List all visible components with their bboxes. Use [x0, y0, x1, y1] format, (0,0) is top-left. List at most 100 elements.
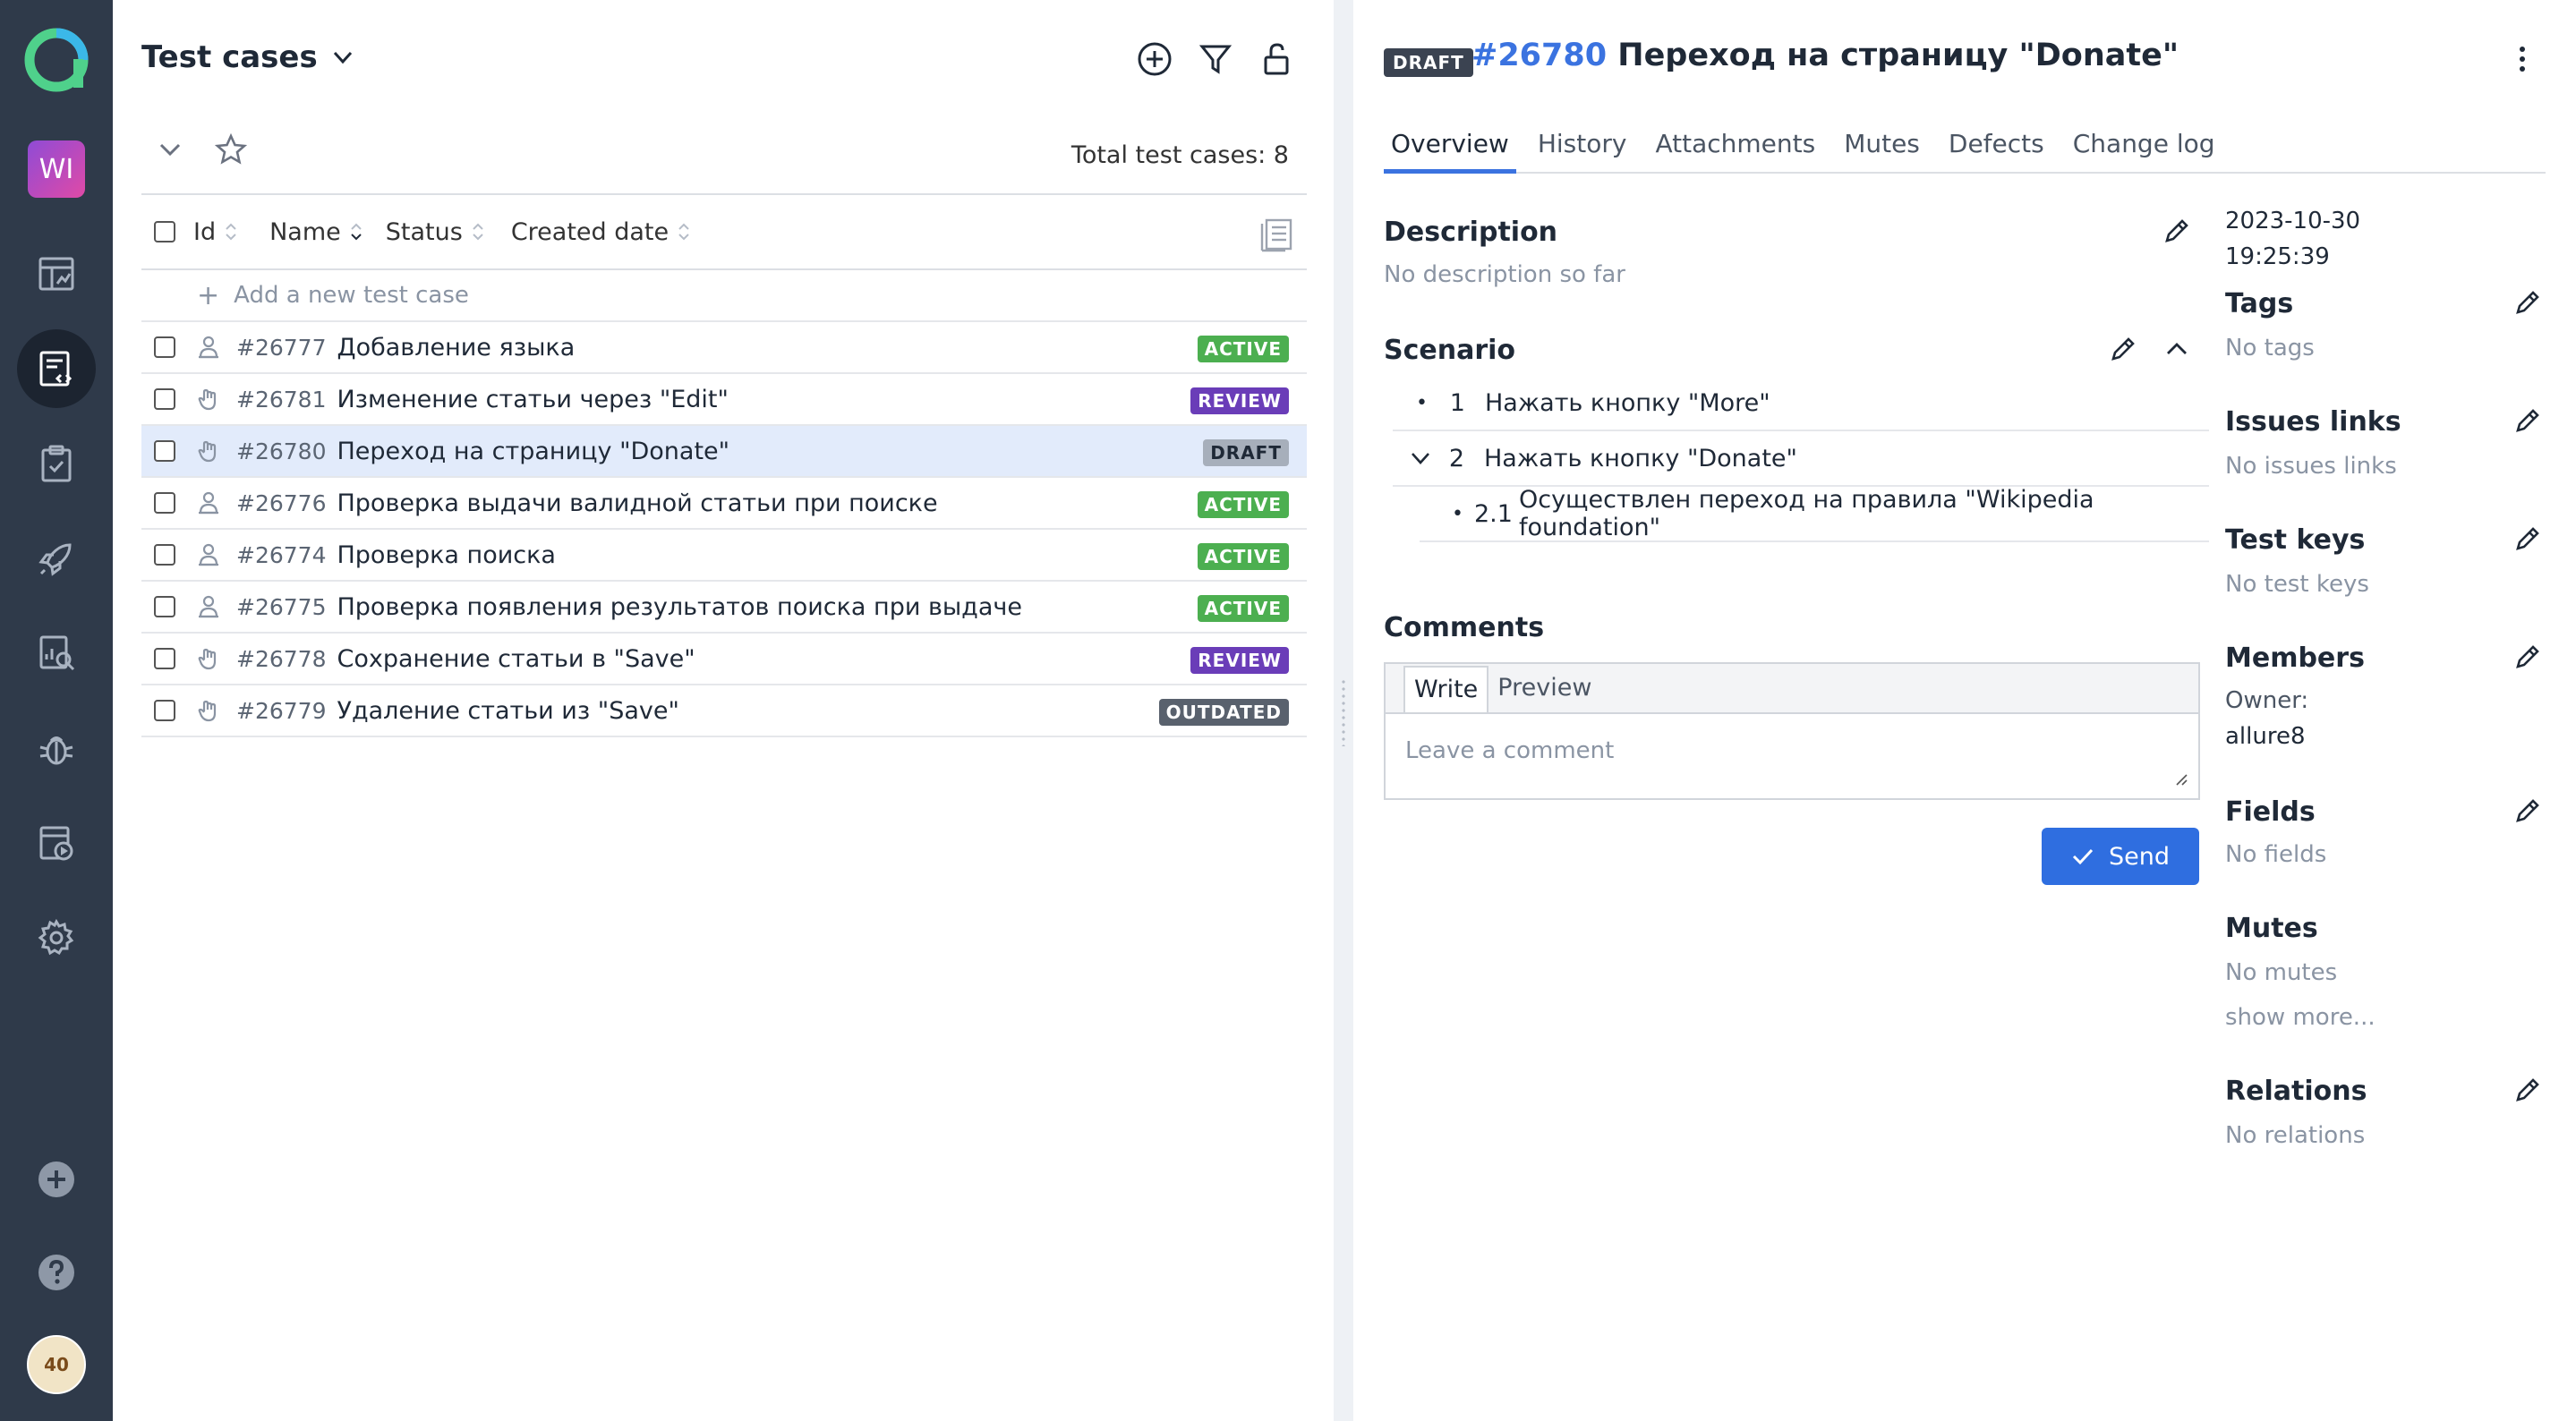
owner-label: Owner: [2225, 687, 2309, 714]
step-number: 2 [1448, 444, 1464, 472]
column-status[interactable]: Status [386, 218, 484, 246]
sort-icon [678, 223, 689, 241]
table-row[interactable]: #26774 Проверка поиска ACTIVE [141, 530, 1307, 582]
resize-handle[interactable] [1340, 678, 1347, 746]
bug-icon [39, 736, 73, 765]
sidebar-item-test-plans[interactable] [17, 424, 96, 503]
scenario-step[interactable]: • 1 Нажать кнопку "More" [1393, 376, 2209, 431]
column-created-date[interactable]: Created date [511, 218, 690, 246]
tags-value: No tags [2225, 335, 2315, 362]
plus-circle-icon [1138, 42, 1172, 76]
select-all-checkbox[interactable] [154, 221, 175, 243]
edit-members-button[interactable] [2510, 639, 2546, 675]
tab-defects[interactable]: Defects [1941, 125, 2051, 174]
row-checkbox[interactable] [154, 492, 175, 514]
row-id: #26781 [236, 386, 327, 413]
test-cases-icon [39, 351, 73, 387]
sidebar-item-launches[interactable] [17, 519, 96, 598]
fields-value: No fields [2225, 841, 2327, 868]
scenario-step[interactable]: 2 Нажать кнопку "Donate" [1393, 431, 2209, 487]
edit-tags-button[interactable] [2510, 285, 2546, 320]
column-created-label: Created date [510, 217, 670, 246]
tab-mutes[interactable]: Mutes [1837, 125, 1927, 174]
user-avatar[interactable]: 40 [27, 1335, 86, 1394]
manual-test-icon [195, 438, 222, 464]
status-badge: ACTIVE [1197, 336, 1289, 362]
resize-grip-icon[interactable] [2173, 771, 2188, 786]
sort-icon [473, 223, 483, 241]
plus-icon: + [197, 279, 220, 311]
collapse-button[interactable] [150, 130, 190, 169]
row-checkbox[interactable] [154, 648, 175, 669]
sidebar-item-dashboards[interactable] [17, 234, 96, 313]
sidebar-item-test-cases[interactable] [17, 329, 96, 408]
workspace-badge[interactable]: WI [28, 140, 85, 198]
unlock-icon [1264, 43, 1289, 75]
column-name[interactable]: Name [269, 218, 363, 246]
row-checkbox[interactable] [154, 388, 175, 410]
panel-title[interactable]: Test cases [141, 39, 355, 75]
mutes-value: No mutes [2225, 959, 2338, 986]
row-checkbox[interactable] [154, 596, 175, 617]
created-date: 2023-10-30 [2225, 208, 2361, 234]
table-row[interactable]: #26777 Добавление языка ACTIVE [141, 322, 1307, 374]
allure-logo[interactable] [23, 27, 90, 93]
sidebar-item-settings[interactable] [17, 898, 96, 977]
table-row[interactable]: #26781 Изменение статьи через "Edit" REVIE… [141, 374, 1307, 426]
column-id[interactable]: Id [193, 218, 237, 246]
lock-button[interactable] [1257, 39, 1296, 79]
manual-test-icon [195, 697, 222, 724]
scenario-substep[interactable]: • 2.1 Осуществлен переход на правила "Wi… [1420, 486, 2209, 542]
edit-scenario-button[interactable] [2105, 331, 2141, 367]
bullet-icon: • [1452, 502, 1463, 525]
tab-overview[interactable]: Overview [1384, 125, 1516, 174]
table-row[interactable]: #26775 Проверка появления результатов пои… [141, 582, 1307, 634]
edit-fields-button[interactable] [2510, 793, 2546, 829]
row-name: Проверка выдачи валидной статьи при поис… [337, 489, 938, 517]
send-button[interactable]: Send [2042, 828, 2199, 885]
edit-description-button[interactable] [2159, 213, 2195, 249]
filter-icon [1198, 45, 1233, 74]
issues-value: No issues links [2225, 453, 2397, 480]
clipboard-icon [41, 445, 72, 482]
tab-attachments[interactable]: Attachments [1648, 125, 1822, 174]
sidebar-item-defects[interactable] [17, 709, 96, 787]
comment-tab-preview[interactable]: Preview [1488, 666, 1600, 712]
row-name: Проверка появления результатов поиска пр… [337, 592, 1022, 621]
show-more-link[interactable]: show more... [2225, 1004, 2376, 1031]
tab-change-log[interactable]: Change log [2066, 125, 2222, 174]
edit-test-keys-button[interactable] [2510, 521, 2546, 557]
add-test-case-button[interactable] [1135, 39, 1174, 79]
comment-input[interactable] [1386, 714, 2198, 798]
test-keys-value: No test keys [2225, 571, 2369, 598]
more-actions-button[interactable] [2504, 41, 2540, 77]
chevron-up-icon [2167, 343, 2187, 354]
edit-relations-button[interactable] [2510, 1072, 2546, 1108]
favorite-button[interactable] [211, 130, 251, 169]
create-button[interactable] [17, 1140, 96, 1219]
row-id: #26777 [236, 334, 327, 361]
tags-title: Tags [2225, 288, 2294, 319]
table-row[interactable]: #26779 Удаление статьи из "Save" OUTDATED [141, 685, 1307, 737]
edit-issues-button[interactable] [2510, 403, 2546, 438]
sidebar-item-analytics[interactable] [17, 614, 96, 693]
table-row[interactable]: #26780 Переход на страницу "Donate" DRAFT [141, 426, 1307, 478]
chevron-down-icon[interactable] [1409, 447, 1432, 470]
row-checkbox[interactable] [154, 700, 175, 721]
tab-history[interactable]: History [1531, 125, 1634, 174]
scenario-title: Scenario [1384, 335, 1516, 366]
collapse-scenario-button[interactable] [2159, 331, 2195, 367]
total-count: Total test cases: 8 [1070, 141, 1289, 169]
row-checkbox[interactable] [154, 440, 175, 462]
add-test-case-row[interactable]: + Add a new test case [141, 270, 1307, 322]
case-number[interactable]: #26780 [1471, 38, 1607, 73]
sidebar-item-jobs[interactable] [17, 804, 96, 882]
row-checkbox[interactable] [154, 544, 175, 566]
column-settings-icon[interactable] [1258, 217, 1294, 252]
table-row[interactable]: #26776 Проверка выдачи валидной статьи пр… [141, 478, 1307, 530]
help-button[interactable] [17, 1233, 96, 1312]
comment-tab-write[interactable]: Write [1403, 666, 1489, 712]
filter-button[interactable] [1196, 39, 1235, 79]
row-checkbox[interactable] [154, 336, 175, 358]
table-row[interactable]: #26778 Сохранение статьи в "Save" REVIEW [141, 634, 1307, 685]
